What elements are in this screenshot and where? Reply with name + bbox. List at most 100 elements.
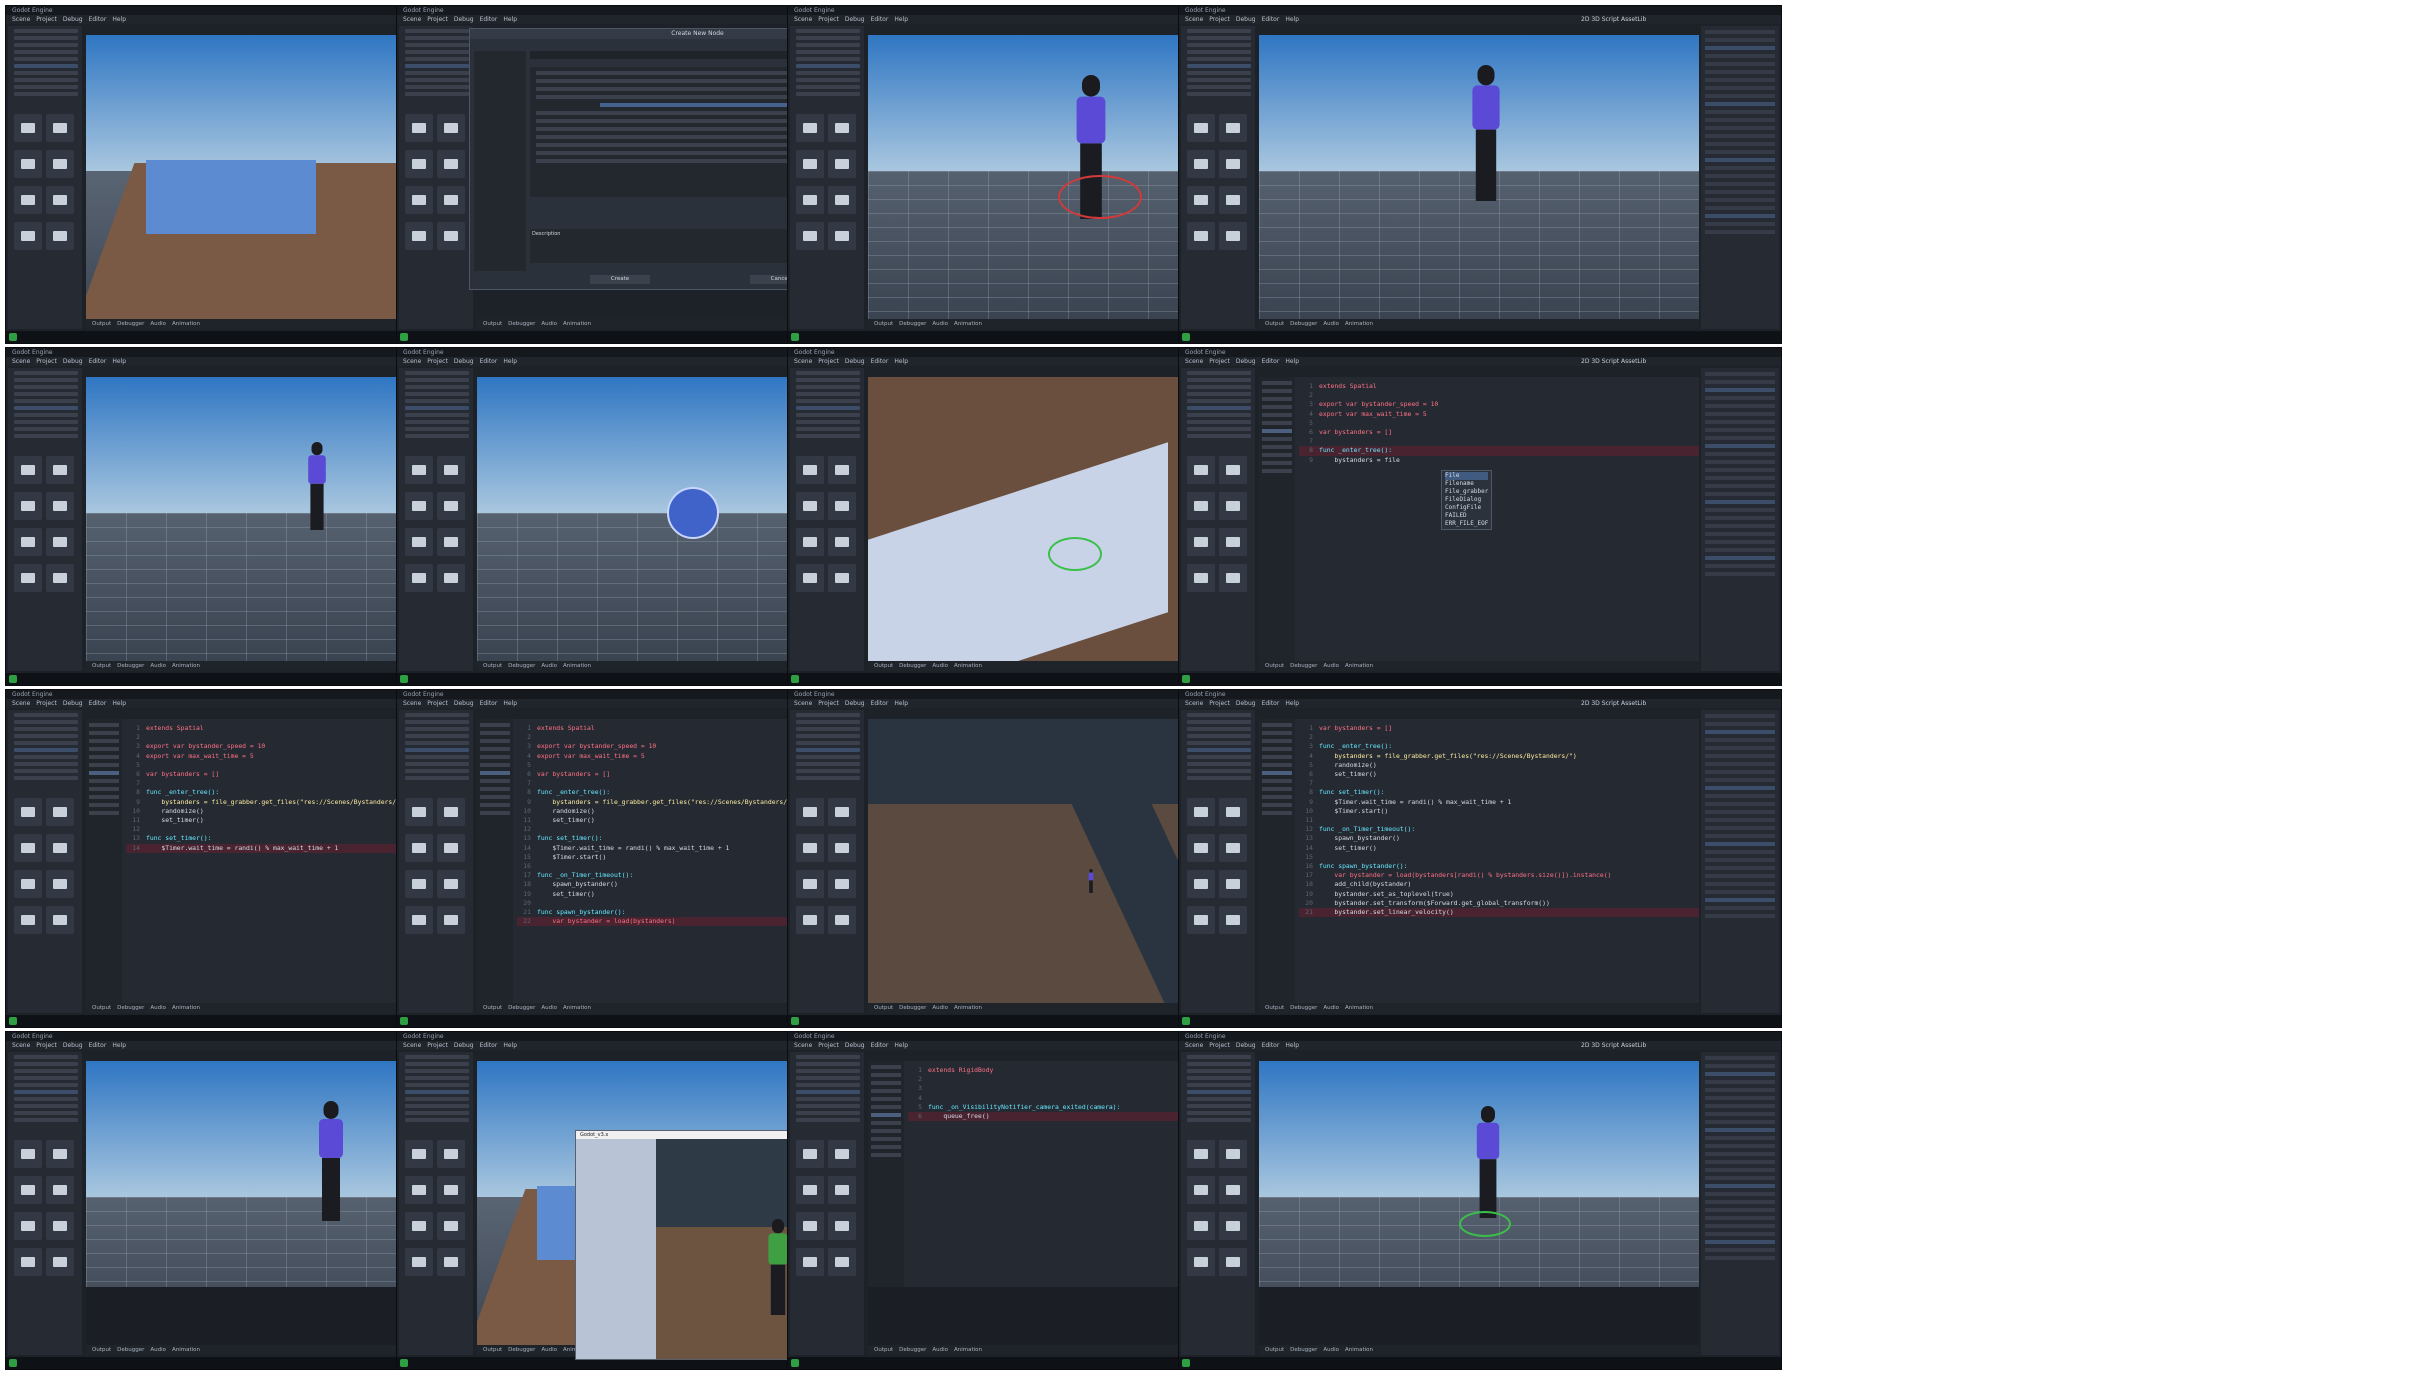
tree-item[interactable] — [405, 36, 469, 40]
workspace-tab-2d[interactable]: 2D — [1581, 700, 1591, 707]
bottom-tab-output[interactable]: Output — [1265, 663, 1284, 669]
inspector-row[interactable] — [1705, 762, 1775, 766]
tree-item[interactable] — [796, 713, 860, 717]
bottom-tab-output[interactable]: Output — [1265, 1005, 1284, 1011]
bottom-tab-debugger[interactable]: Debugger — [899, 321, 926, 327]
bottom-tab-debugger[interactable]: Debugger — [117, 663, 144, 669]
tree-item[interactable] — [796, 413, 860, 417]
menu-help[interactable]: Help — [112, 358, 126, 365]
tree-item[interactable] — [14, 720, 78, 724]
autocomplete-option[interactable]: File_grabber — [1445, 488, 1488, 496]
inspector-row[interactable] — [1705, 214, 1775, 218]
folder-icon[interactable] — [14, 906, 42, 934]
tree-item[interactable] — [14, 78, 78, 82]
menu-debug[interactable]: Debug — [1236, 16, 1256, 23]
bottom-tab-debugger[interactable]: Debugger — [117, 321, 144, 327]
folder-icon[interactable] — [828, 1176, 856, 1204]
folder-icon[interactable] — [437, 1176, 465, 1204]
inspector-row[interactable] — [1705, 770, 1775, 774]
script-list-item[interactable] — [1262, 445, 1292, 449]
folder-icon[interactable] — [46, 564, 74, 592]
tree-item[interactable] — [14, 36, 78, 40]
inspector-row[interactable] — [1705, 834, 1775, 838]
menu-help[interactable]: Help — [1285, 16, 1299, 23]
tree-item[interactable] — [1187, 399, 1251, 403]
inspector-row[interactable] — [1705, 182, 1775, 186]
folder-icon[interactable] — [46, 528, 74, 556]
menu-help[interactable]: Help — [112, 700, 126, 707]
tree-item[interactable] — [1187, 420, 1251, 424]
menu-help[interactable]: Help — [503, 16, 517, 23]
character-model[interactable] — [306, 442, 328, 530]
tree-item[interactable] — [1187, 1062, 1251, 1066]
bottom-tab-audio[interactable]: Audio — [932, 321, 948, 327]
tree-item[interactable] — [405, 1076, 469, 1080]
folder-icon[interactable] — [1219, 1176, 1247, 1204]
menu-scene[interactable]: Scene — [1185, 358, 1203, 365]
menu-help[interactable]: Help — [112, 1042, 126, 1049]
inspector-row[interactable] — [1705, 110, 1775, 114]
inspector-row[interactable] — [1705, 86, 1775, 90]
script-list-item[interactable] — [871, 1089, 901, 1093]
bottom-tab-animation[interactable]: Animation — [954, 1347, 982, 1353]
tree-item[interactable] — [14, 1069, 78, 1073]
folder-icon[interactable] — [405, 186, 433, 214]
menu-editor[interactable]: Editor — [89, 358, 107, 365]
inspector-row[interactable] — [1705, 810, 1775, 814]
script-list-item[interactable] — [89, 771, 119, 775]
menu-debug[interactable]: Debug — [845, 358, 865, 365]
inspector-row[interactable] — [1705, 746, 1775, 750]
script-list-item[interactable] — [1262, 787, 1292, 791]
character-model[interactable] — [1469, 65, 1503, 201]
inspector-row[interactable] — [1705, 1168, 1775, 1172]
folder-icon[interactable] — [14, 492, 42, 520]
folder-icon[interactable] — [46, 1212, 74, 1240]
folder-icon[interactable] — [828, 456, 856, 484]
script-list-item[interactable] — [480, 787, 510, 791]
inspector-row[interactable] — [1705, 1056, 1775, 1060]
bottom-tab-animation[interactable]: Animation — [1345, 321, 1373, 327]
bottom-tab-debugger[interactable]: Debugger — [117, 1347, 144, 1353]
menu-editor[interactable]: Editor — [871, 16, 889, 23]
inspector-row[interactable] — [1705, 198, 1775, 202]
autocomplete-option[interactable]: ERR_FILE_EOF — [1445, 520, 1488, 528]
folder-icon[interactable] — [1187, 114, 1215, 142]
menu-debug[interactable]: Debug — [845, 1042, 865, 1049]
inspector-row[interactable] — [1705, 714, 1775, 718]
tree-item[interactable] — [405, 85, 469, 89]
script-list-item[interactable] — [89, 803, 119, 807]
folder-icon[interactable] — [437, 456, 465, 484]
menu-help[interactable]: Help — [894, 700, 908, 707]
tree-item[interactable] — [14, 399, 78, 403]
bottom-tab-audio[interactable]: Audio — [150, 663, 166, 669]
tree-item[interactable] — [405, 50, 469, 54]
menu-project[interactable]: Project — [36, 16, 57, 23]
tree-item[interactable] — [1187, 727, 1251, 731]
tree-item[interactable] — [14, 92, 78, 96]
folder-icon[interactable] — [437, 1212, 465, 1240]
tree-item[interactable] — [405, 1118, 469, 1122]
folder-icon[interactable] — [14, 456, 42, 484]
tree-item[interactable] — [1187, 713, 1251, 717]
tree-item[interactable] — [796, 755, 860, 759]
tree-item[interactable] — [1187, 43, 1251, 47]
start-icon[interactable] — [1182, 1359, 1190, 1367]
menu-debug[interactable]: Debug — [63, 358, 83, 365]
folder-icon[interactable] — [796, 1140, 824, 1168]
inspector-row[interactable] — [1705, 1184, 1775, 1188]
inspector-row[interactable] — [1705, 508, 1775, 512]
script-list-item[interactable] — [89, 747, 119, 751]
tree-item[interactable] — [405, 769, 469, 773]
inspector-row[interactable] — [1705, 1176, 1775, 1180]
folder-icon[interactable] — [46, 492, 74, 520]
menu-debug[interactable]: Debug — [454, 700, 474, 707]
inspector-row[interactable] — [1705, 850, 1775, 854]
script-list-item[interactable] — [89, 811, 119, 815]
inspector-row[interactable] — [1705, 492, 1775, 496]
menu-editor[interactable]: Editor — [480, 700, 498, 707]
menu-project[interactable]: Project — [427, 16, 448, 23]
bottom-tab-output[interactable]: Output — [1265, 1347, 1284, 1353]
bottom-tab-audio[interactable]: Audio — [541, 1347, 557, 1353]
bottom-tab-output[interactable]: Output — [874, 321, 893, 327]
tree-item[interactable] — [405, 1104, 469, 1108]
